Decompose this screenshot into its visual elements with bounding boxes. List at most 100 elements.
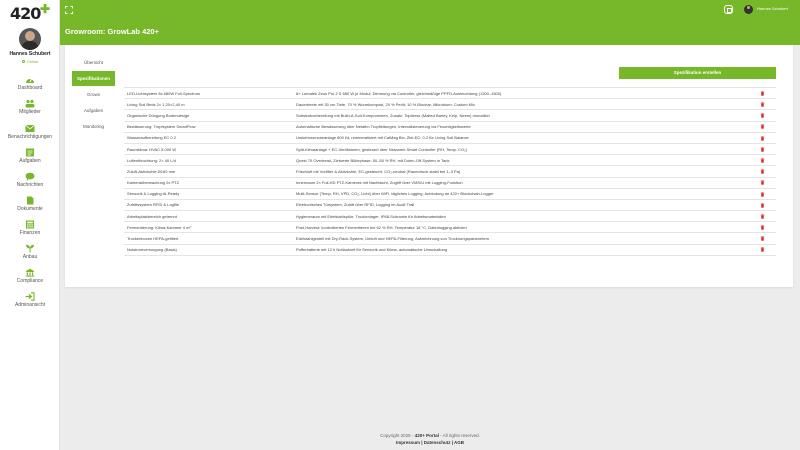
users-icon [25,99,35,108]
delete-button[interactable] [748,143,776,156]
sidebar-item-benachrichtigungen[interactable]: Benachrichtigungen [0,124,60,140]
trash-icon [760,124,764,130]
table-row: Arbeitsplatzbereich getrennt Hygieneraum … [124,210,776,223]
spec-description: Split-Klimaanlage + EC-Ventilatoren, ges… [296,143,748,156]
compliance-icon [25,268,35,277]
trash-icon [760,225,764,230]
sidebar-item-dokumente[interactable]: Dokumente [0,196,60,212]
delete-button[interactable] [748,109,776,122]
footer: Copyright 2025 - 420+ Portal - All right… [60,428,800,450]
footer-copyright-suffix: - All rights reserved. [440,433,480,438]
spec-name: Zuluft-Aktivkohle Ø160 mm [124,165,296,178]
delete-button[interactable] [748,132,776,144]
spec-description: Hygieneraum mit Edelstahlspüle, Trockenl… [296,210,748,223]
sidebar-item-anbau[interactable]: Anbau [0,244,60,260]
sidebar: 420 ✚ Hannes Schubert Online Dashboard M… [0,0,60,450]
trash-icon [760,91,764,96]
sidebar-item-aufgaben[interactable]: Aufgaben [0,148,60,164]
spec-description: 8× Lumatek Zeus Pro 2 S 680 W je Modul; … [296,86,748,100]
spec-name: Wasseraufbereitung EC 0.2 [124,132,296,144]
sidebar-item-label: Adminansicht [14,302,45,308]
trash-icon [760,214,764,219]
spec-name: Fermentierung: Klima-Kammer 4 m² [124,221,296,234]
user-status-label: Online [26,59,39,64]
table-row: Zutrittssystem RFID & Logfile Elektronisc… [124,199,776,212]
sidebar-item-finanzen[interactable]: Finanzen [0,220,60,236]
spec-name: Raumklima: HVAC 5.000 W [124,143,296,156]
sidebar-item-label: Dashboard [17,85,43,91]
delete-button[interactable] [748,221,776,234]
delete-button[interactable] [748,232,776,245]
sidebar-item-label: Finanzen [19,230,41,236]
table-row: Fermentierung: Klima-Kammer 4 m² Post-Har… [124,221,776,234]
status-dot-icon [21,60,25,64]
table-row: Sensorik & Logging AI-Ready Multi-Sensor … [124,188,776,200]
delete-button[interactable] [748,98,776,111]
table-row: Notstromversorgung (Basis) Pufferbatterie… [124,244,776,256]
trash-icon [760,147,764,152]
sidebar-item-adminansicht[interactable]: Adminansicht [0,292,60,308]
delete-button[interactable] [748,121,776,133]
spec-name: Zutrittssystem RFID & Logfile [124,199,296,212]
spec-name: Luftentfeuchtung: 2× 40 L/d [124,154,296,167]
header-user-name[interactable]: Hannes Schubert [757,6,788,11]
spec-name: Kameraüberwachung 2x PTZ [124,177,296,189]
spec-description: Automatische Bewässerung über Netafim Tr… [296,121,748,133]
expand-icon[interactable] [65,6,73,14]
sidebar-item-label: Aufgaben [19,158,41,164]
sidebar-item-nachrichten[interactable]: Nachrichten [0,172,60,188]
tab-list: Übersicht Spezifikationen Grows Aufgaben… [72,55,115,135]
tab-uebersicht[interactable]: Übersicht [72,55,115,70]
trash-icon [760,180,764,186]
chat-icon [25,172,35,181]
table-row: Organische Düngung Bodendesign Substratvo… [124,109,776,122]
spec-name: Sensorik & Logging AI-Ready [124,188,296,200]
delete-button[interactable] [748,154,776,167]
table-row: Bewässerung: Tropfsystem SmartFlow Automa… [124,121,776,133]
tab-aufgaben[interactable]: Aufgaben [72,103,115,118]
footer-copyright: Copyright 2025 - 420+ Portal - All right… [60,433,800,438]
spec-description: Substratvorbereitung mit Build-A-Soil-Ko… [296,109,748,122]
tab-monitoring[interactable]: Monitoring [72,119,115,134]
tab-grows[interactable]: Grows [72,87,115,102]
app-logo[interactable]: 420 ✚ [10,2,51,24]
footer-brand: 420+ Portal [414,433,439,438]
delete-button[interactable] [748,199,776,212]
avatar[interactable] [19,28,41,50]
table-row: Trockenboxen HEPA-gefiltert Edelstahlgest… [124,232,776,245]
spec-name: Arbeitsplatzbereich getrennt [124,210,296,223]
spec-name: LED-Lichtsystem 8x 680W Full-Spectrum [124,86,296,100]
spec-name: Organische Düngung Bodendesign [124,109,296,122]
table-row: Kameraüberwachung 2x PTZ Innenraum 2× Ful… [124,177,776,189]
logo-plus-icon: ✚ [40,2,51,16]
sidebar-item-compliance[interactable]: Compliance [0,268,60,284]
trash-icon [760,236,764,241]
spec-description: Pufferbatterie mit 12 h Notlaufzeit für … [296,244,748,256]
finance-icon [26,220,34,229]
delete-button[interactable] [748,210,776,223]
fullscreen-icon[interactable] [724,5,733,14]
footer-copyright-prefix: Copyright 2025 - [380,433,414,438]
document-icon [27,196,34,205]
sidebar-item-label: Dokumente [17,206,43,212]
admin-icon [25,292,35,301]
delete-button[interactable] [748,165,776,178]
delete-button[interactable] [748,244,776,256]
sidebar-item-label: Nachrichten [16,182,44,188]
sidebar-item-mitglieder[interactable]: Mitglieder [0,99,60,115]
tab-spezifikationen[interactable]: Spezifikationen [72,71,115,86]
envelope-icon [25,124,35,132]
table-row: Raumklima: HVAC 5.000 W Split-Klimaanlage… [124,143,776,156]
create-spec-button[interactable]: Spezifikation erstellen [619,67,776,79]
footer-links[interactable]: Impressum | Datenschutz | AGB [60,440,800,445]
sidebar-item-dashboard[interactable]: Dashboard [0,75,60,91]
top-bar: Hannes Schubert Growroom: GrowLab 420+ [60,0,800,45]
table-row: Zuluft-Aktivkohle Ø160 mm Frischluft mit … [124,165,776,178]
page-title: Growroom: GrowLab 420+ [65,27,159,36]
trash-icon [760,113,764,118]
delete-button[interactable] [748,177,776,189]
header-avatar[interactable] [744,5,753,14]
delete-button[interactable] [748,86,776,100]
plant-icon [26,244,34,253]
delete-button[interactable] [748,188,776,200]
